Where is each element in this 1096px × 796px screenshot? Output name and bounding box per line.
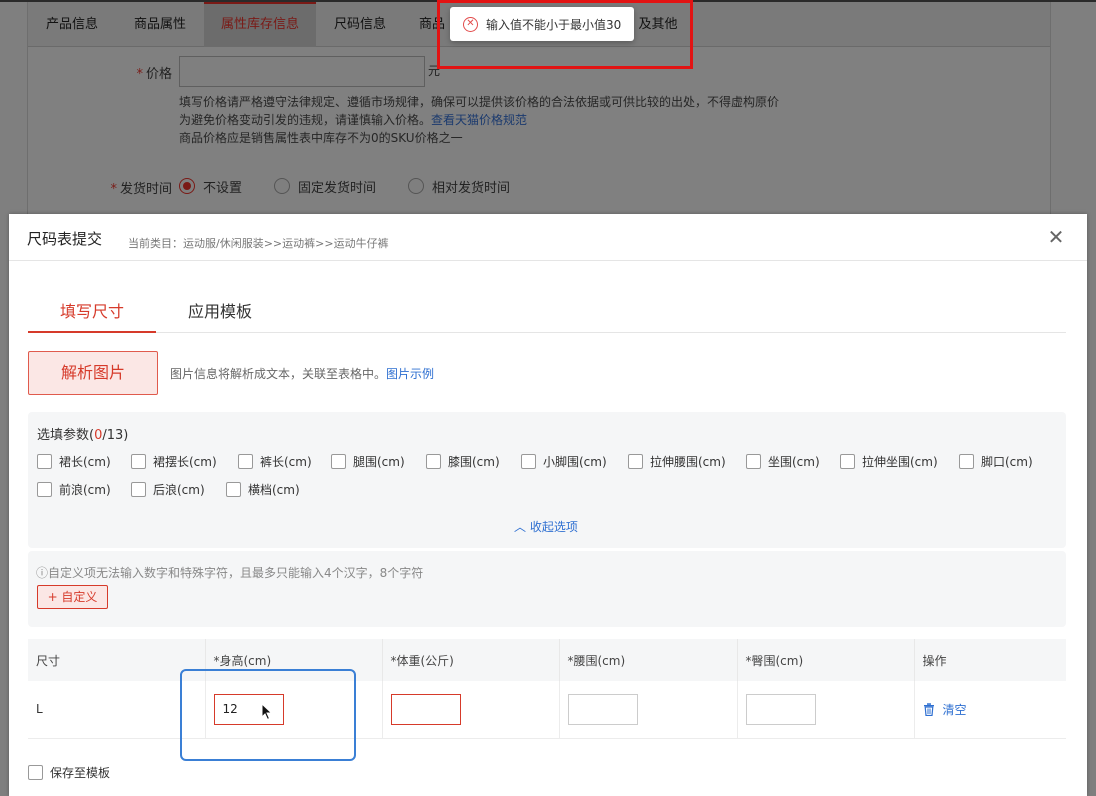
checkbox-icon xyxy=(331,453,346,469)
checkbox-icon xyxy=(238,453,253,469)
modal-tab-bar: 填写尺寸 应用模板 xyxy=(28,290,1066,333)
checkbox-icon xyxy=(226,481,241,497)
chevron-up-icon: ︿ xyxy=(514,520,530,534)
checkbox-icon xyxy=(37,481,52,497)
param-checkbox[interactable]: 膝围(cm) xyxy=(426,453,500,469)
price-rule-link[interactable]: 查看天猫价格规范 xyxy=(431,113,527,127)
collapse-options-link[interactable]: ︿ 收起选项 xyxy=(514,518,578,535)
column-header: *体重(公斤) xyxy=(382,639,560,681)
parse-hint: 图片信息将解析成文本，关联至表格中。图片示例 xyxy=(170,367,435,381)
price-note-1: 填写价格请严格遵守法律规定、遵循市场规律，确保可以提供该价格的合法依据或可供比较… xyxy=(179,95,780,109)
image-example-link[interactable]: 图片示例 xyxy=(386,367,434,381)
checkbox-icon xyxy=(37,453,52,469)
param-checkbox[interactable]: 裙长(cm) xyxy=(37,453,111,469)
column-header: 尺寸 xyxy=(28,639,206,681)
column-header: *臀围(cm) xyxy=(737,639,915,681)
column-header: *腰围(cm) xyxy=(559,639,738,681)
hip-input[interactable] xyxy=(745,693,816,725)
param-checkbox[interactable]: 裙摆长(cm) xyxy=(131,453,217,469)
trash-icon xyxy=(923,703,934,716)
ship-time-options: 不设置 固定发货时间 相对发货时间 xyxy=(179,177,542,196)
ship-option-fixed[interactable]: 固定发货时间 xyxy=(274,177,376,196)
modal-title: 尺码表提交 xyxy=(27,230,103,248)
tab-product-attributes[interactable]: 商品属性 xyxy=(116,2,204,47)
add-custom-button[interactable]: + 自定义 xyxy=(37,585,108,609)
tab-product-info[interactable]: 产品信息 xyxy=(28,2,116,47)
price-label: * 价格 xyxy=(136,67,172,82)
operation-cell: 清空 xyxy=(914,681,1067,739)
save-template-checkbox[interactable]: 保存至模板 xyxy=(28,764,110,781)
checkbox-icon xyxy=(131,481,146,497)
param-checkbox[interactable]: 拉伸腰围(cm) xyxy=(628,453,726,469)
checkbox-icon xyxy=(521,453,536,469)
clear-button[interactable]: 清空 xyxy=(923,701,1067,718)
checkbox-icon xyxy=(840,453,855,469)
custom-item-panel: ⓘ自定义项无法输入数字和特殊字符，且最多只能输入4个汉字，8个字符 + 自定义 xyxy=(28,551,1066,627)
checkbox-icon xyxy=(746,453,761,469)
weight-cell xyxy=(382,681,560,739)
size-chart-modal: 尺码表提交 当前类目：运动服/休闲服装>>运动裤>>运动牛仔裤 ✕ 填写尺寸 应… xyxy=(9,214,1087,796)
param-checkbox[interactable]: 后浪(cm) xyxy=(131,481,205,497)
tab-size-info[interactable]: 尺码信息 xyxy=(316,2,404,47)
checkbox-icon xyxy=(628,453,643,469)
param-checkbox[interactable]: 腿围(cm) xyxy=(331,453,405,469)
param-checkbox[interactable]: 小脚围(cm) xyxy=(521,453,607,469)
optional-params-panel: 选填参数(0/13) 裙长(cm) 裙摆长(cm) 裤长(cm) 腿围(cm) … xyxy=(28,412,1066,548)
param-checkbox[interactable]: 横档(cm) xyxy=(226,481,300,497)
category-breadcrumb: 当前类目：运动服/休闲服装>>运动裤>>运动牛仔裤 xyxy=(128,237,389,250)
param-checkbox[interactable]: 裤长(cm) xyxy=(238,453,312,469)
checkbox-icon xyxy=(28,765,43,780)
params-title: 选填参数(0/13) xyxy=(37,428,129,443)
checkbox-icon xyxy=(959,453,974,469)
price-input[interactable] xyxy=(179,56,425,87)
radio-icon xyxy=(274,178,291,194)
custom-hint: ⓘ自定义项无法输入数字和特殊字符，且最多只能输入4个汉字，8个字符 xyxy=(36,566,424,580)
ship-option-none[interactable]: 不设置 xyxy=(179,177,242,196)
checkbox-icon xyxy=(131,453,146,469)
ship-time-label: * 发货时间 xyxy=(110,182,172,197)
close-icon[interactable]: ✕ xyxy=(1045,226,1067,248)
modal-header: 尺码表提交 当前类目：运动服/休闲服装>>运动裤>>运动牛仔裤 ✕ xyxy=(9,214,1087,261)
waist-cell xyxy=(559,681,738,739)
checkbox-icon xyxy=(426,453,441,469)
price-note-3: 商品价格应是销售属性表中库存不为0的SKU价格之一 xyxy=(179,131,463,145)
clear-label: 清空 xyxy=(942,702,967,717)
hip-cell xyxy=(737,681,915,739)
param-checkbox[interactable]: 拉伸坐围(cm) xyxy=(840,453,938,469)
param-checkbox[interactable]: 脚口(cm) xyxy=(959,453,1033,469)
radio-selected-icon xyxy=(179,178,195,194)
red-highlight-box xyxy=(437,0,693,69)
tab-attribute-stock[interactable]: 属性库存信息 xyxy=(204,2,316,47)
param-checkbox[interactable]: 前浪(cm) xyxy=(37,481,111,497)
weight-input[interactable] xyxy=(390,693,461,725)
price-note-2: 为避免价格变动引发的违规，请谨慎输入价格。查看天猫价格规范 xyxy=(179,113,528,127)
tab-fill-size[interactable]: 填写尺寸 xyxy=(28,297,156,333)
save-template-label: 保存至模板 xyxy=(50,766,111,780)
parse-image-button[interactable]: 解析图片 xyxy=(28,351,158,395)
column-header: 操作 xyxy=(914,639,1066,681)
size-cell: L xyxy=(28,681,206,739)
tab-apply-template[interactable]: 应用模板 xyxy=(156,297,284,333)
radio-icon xyxy=(408,178,425,194)
waist-input[interactable] xyxy=(567,693,638,725)
mouse-cursor-icon xyxy=(261,703,273,721)
ship-option-relative[interactable]: 相对发货时间 xyxy=(408,177,510,196)
param-checkbox[interactable]: 坐围(cm) xyxy=(746,453,820,469)
